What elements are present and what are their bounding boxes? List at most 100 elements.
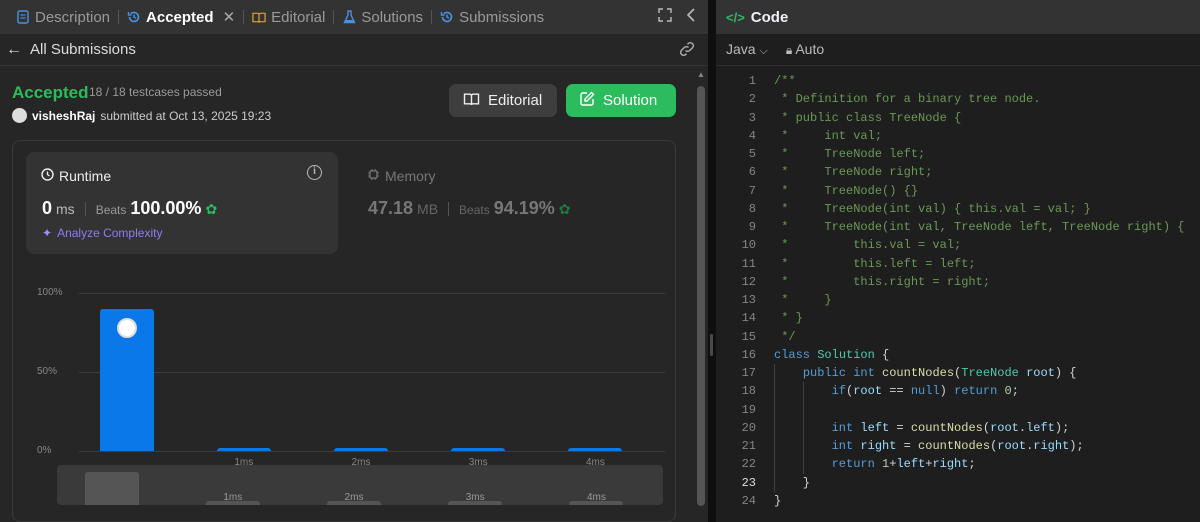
maximize-icon[interactable] [658,8,672,26]
code-text: * TreeNode(int val) { this.val = val; } [774,201,1091,216]
minimap-bar [84,471,139,505]
code-panel-header: </> Code [716,0,1200,34]
chevron-down-icon: ⌵ [759,45,768,57]
chart-bar[interactable] [568,447,623,451]
collapse-chevron-icon[interactable] [686,8,696,26]
chart-bar[interactable] [451,447,506,451]
code-line[interactable]: 13 * } [716,291,1200,309]
all-submissions-link[interactable]: All Submissions [30,41,136,58]
submitter-info: visheshRaj submitted at Oct 13, 2025 19:… [12,108,271,123]
code-line[interactable]: 7 * TreeNode() {} [716,182,1200,200]
panel-divider[interactable] [708,0,716,522]
tab-tools [658,8,696,26]
your-submission-avatar [116,317,137,338]
line-number: 19 [741,402,756,417]
code-line[interactable]: 12 * this.right = right; [716,273,1200,291]
runtime-card[interactable]: Runtime i 0 ms Beats 100.00% ✿ ✦ Analyze… [26,152,338,254]
tab-label: Description [35,8,111,26]
gridline [79,372,665,373]
code-line[interactable]: 18 if(root == null) return 0; [716,382,1200,400]
avatar[interactable] [12,108,27,123]
solution-button[interactable]: Solution [566,84,676,117]
code-line[interactable]: 6 * TreeNode right; [716,163,1200,181]
line-number: 12 [741,274,756,289]
line-number: 18 [741,384,756,399]
line-number: 9 [748,220,756,234]
code-text: * Definition for a binary tree node. [774,92,1041,107]
line-number: 10 [741,238,756,253]
code-line[interactable]: 21 int right = countNodes(root.right); [716,437,1200,455]
tab-description[interactable]: Description [8,0,118,34]
info-icon[interactable]: i [307,165,322,180]
close-icon[interactable]: ✕ [223,8,236,26]
code-text: * TreeNode right; [774,165,933,180]
tab-editorial[interactable]: Editorial [244,0,333,34]
chart-bar[interactable] [216,447,271,451]
scroll-up-icon[interactable]: ▲ [697,70,705,79]
line-number: 24 [741,493,756,508]
tab-label: Solutions [361,8,424,26]
code-line[interactable]: 1 /** [716,72,1200,90]
memory-value: 47.18 [368,198,414,218]
code-line[interactable]: 5 * TreeNode left; [716,145,1200,163]
code-line[interactable]: 11 * this.left = left; [716,255,1200,273]
memory-beats: 94.19% [493,198,555,218]
code-line[interactable]: 22 return 1+left+right; [716,455,1200,473]
code-line[interactable]: 19 [716,401,1200,419]
line-number: 2 [748,92,756,107]
code-panel-title: Code [750,8,789,26]
code-line[interactable]: 8 * TreeNode(int val) { this.val = val; … [716,200,1200,218]
y-tick-label: 100% [37,287,63,298]
code-line[interactable]: 14 * } [716,309,1200,327]
runtime-unit: ms [56,201,75,217]
flask-icon [342,10,356,24]
y-tick-label: 0% [37,445,52,456]
analyze-label: Analyze Complexity [57,226,163,240]
auto-mode[interactable]: 🔒︎ Auto [786,41,824,58]
code-text: class Solution { [774,347,890,362]
history-icon [440,10,454,24]
runtime-beats: 100.00% [130,198,202,218]
code-line[interactable]: 10 * this.val = val; [716,236,1200,254]
minimap-tick-label: 4ms [586,492,606,503]
back-arrow-icon[interactable]: ← [6,41,22,59]
code-text: * public class TreeNode { [774,110,962,125]
solution-button-label: Solution [603,92,658,109]
code-line[interactable]: 16 class Solution { [716,346,1200,364]
line-number: 21 [741,439,756,453]
editorial-button[interactable]: Editorial [449,84,557,117]
link-icon[interactable] [678,41,696,61]
value-separator [84,201,86,216]
chart-bar[interactable] [334,447,388,451]
analyze-complexity-link[interactable]: ✦ Analyze Complexity [42,226,162,240]
distribution-minimap[interactable]: 1ms 2ms 3ms 4ms [57,465,663,505]
tab-accepted[interactable]: Accepted ✕ [119,0,243,34]
tab-label: Accepted [146,8,214,26]
code-text: public int countNodes(TreeNode root) { [802,366,1077,380]
username[interactable]: visheshRaj [32,109,95,123]
scrollbar[interactable]: ▲ [694,66,708,522]
code-editor[interactable]: 1 /** 2 * Definition for a binary tree nod… [716,72,1200,510]
beats-label: Beats [459,203,490,217]
code-text: * TreeNode(int val, TreeNode left, TreeN… [774,220,1185,234]
code-line[interactable]: 20 int left = countNodes(root.left); [716,419,1200,437]
code-line[interactable]: 15 */ [716,328,1200,346]
code-line[interactable]: 3 * public class TreeNode { [716,109,1200,127]
language-select[interactable]: Java ⌵ [726,41,768,58]
code-line[interactable]: 17 public int countNodes(TreeNode root) … [716,364,1200,382]
memory-label[interactable]: Memory [367,168,436,184]
code-line[interactable]: 9 * TreeNode(int val, TreeNode left, Tre… [716,218,1200,236]
divider-grip[interactable] [710,334,713,356]
code-line[interactable]: 2 * Definition for a binary tree node. [716,90,1200,108]
code-line[interactable]: 23 } [716,474,1200,492]
tab-submissions[interactable]: Submissions [432,0,552,34]
tab-solutions[interactable]: Solutions [334,0,431,34]
scrollbar-thumb[interactable] [697,86,705,506]
description-icon [16,10,30,24]
code-line[interactable]: 24} [716,492,1200,510]
line-number: 6 [748,165,756,180]
tab-label: Editorial [271,8,326,26]
beats-label: Beats [95,203,127,217]
code-line[interactable]: 4 * int val; [716,127,1200,145]
code-text: * int val; [774,128,883,143]
